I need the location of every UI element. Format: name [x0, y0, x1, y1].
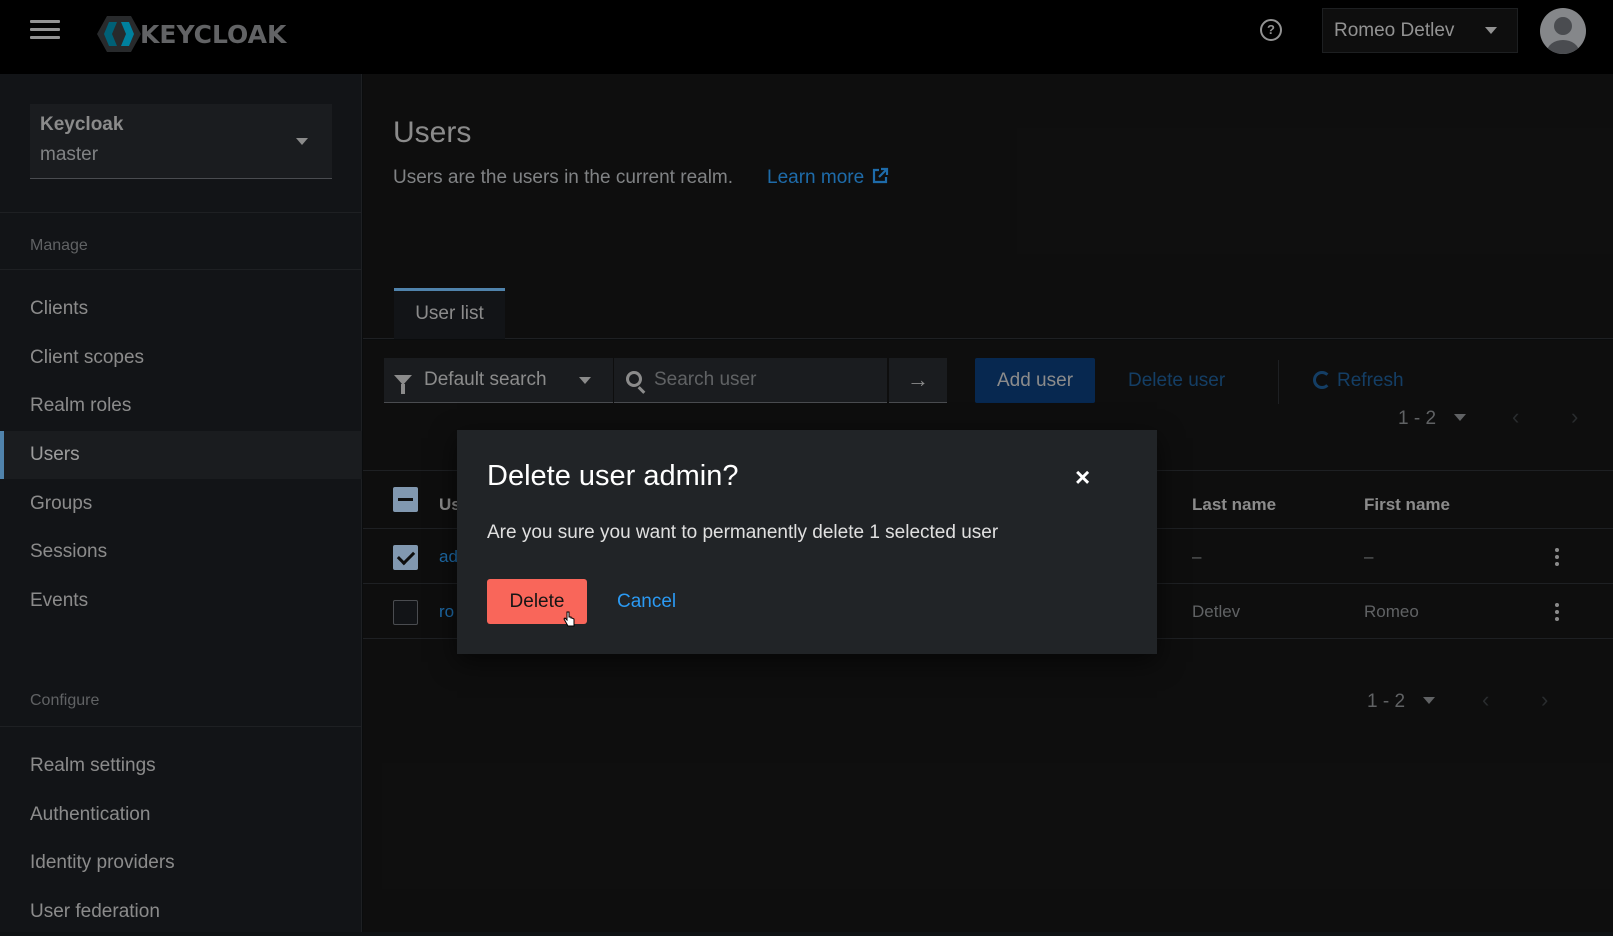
- cancel-button[interactable]: Cancel: [617, 579, 676, 624]
- modal-message: Are you sure you want to permanently del…: [487, 522, 999, 543]
- hand-cursor-icon: [563, 611, 575, 627]
- delete-confirm-modal: Delete user admin? × Are you sure you wa…: [457, 430, 1157, 654]
- close-icon[interactable]: ×: [1075, 464, 1090, 490]
- modal-title: Delete user admin?: [487, 460, 739, 492]
